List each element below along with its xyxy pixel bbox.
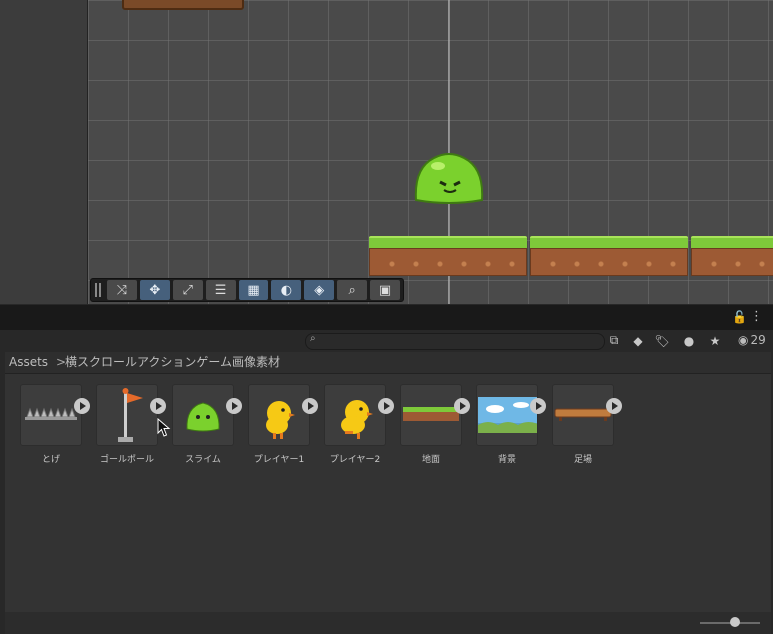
asset-label: プレイヤー1 [253, 455, 305, 465]
layers-icon[interactable]: ◈ [304, 280, 335, 300]
shading-icon[interactable]: ◐ [271, 280, 302, 300]
move-icon[interactable]: ✥ [139, 280, 170, 300]
eye-icon: ◉ [738, 333, 749, 347]
slime-sprite[interactable] [412, 148, 486, 204]
search-field[interactable]: ⌕ [305, 333, 605, 351]
search-icon: ⌕ [310, 333, 316, 344]
plank-sprite[interactable] [122, 0, 244, 10]
expand-subassets-icon[interactable] [302, 398, 318, 414]
asset-item-chick2[interactable]: プレイヤー2 [324, 384, 390, 465]
asset-label: とげ [41, 455, 60, 465]
breadcrumb: Assets > 横スクロールアクションゲーム画像素材 [5, 352, 771, 374]
expand-subassets-icon[interactable] [530, 398, 546, 414]
asset-label: プレイヤー2 [329, 455, 381, 465]
toolbar-grip[interactable] [95, 283, 101, 297]
expand-subassets-icon[interactable] [150, 398, 166, 414]
asset-thumbnail[interactable] [476, 384, 538, 446]
ground-tile[interactable] [369, 236, 536, 276]
scene-tools-overlay: ⤨ ✥ ⤢ ☰ ▦ ◐ ◈ ⌕ ▣ [90, 278, 404, 302]
scene-view[interactable] [88, 0, 773, 304]
breadcrumb-assets[interactable]: Assets [9, 352, 48, 372]
sliders-icon[interactable]: ☰ [205, 280, 236, 300]
asset-grid[interactable]: とげ ゴールポール スライム プレイヤー1 プレイヤー2 地面 背景 足場 [5, 374, 771, 612]
mouse-cursor-icon [157, 418, 171, 437]
lock-icon[interactable]: 🔓 [732, 310, 747, 324]
asset-item-flag[interactable]: ゴールポール [96, 384, 162, 465]
expand-subassets-icon[interactable] [454, 398, 470, 414]
asset-thumbnail[interactable] [96, 384, 158, 446]
warning-icon[interactable]: ● [678, 332, 700, 349]
scene-hierarchy-strip [0, 0, 88, 304]
search-by-type-icon[interactable]: ⧉ [603, 332, 625, 349]
asset-thumbnail[interactable] [400, 384, 462, 446]
scale-icon[interactable]: ⤢ [172, 280, 203, 300]
label-tag-icon[interactable]: 🏷 [651, 332, 673, 349]
zoom-icon[interactable]: ⌕ [337, 280, 368, 300]
ground-tile[interactable] [691, 236, 773, 276]
more-menu-icon[interactable]: ⋮ [750, 309, 763, 324]
asset-item-plank[interactable]: 足場 [552, 384, 618, 465]
thumbnail-size-knob[interactable] [730, 617, 740, 627]
asset-thumbnail[interactable] [20, 384, 82, 446]
asset-label: スライム [185, 455, 221, 465]
camera-icon[interactable]: ▣ [370, 280, 401, 300]
breadcrumb-folder[interactable]: 横スクロールアクションゲーム画像素材 [65, 352, 280, 372]
asset-thumbnail[interactable] [552, 384, 614, 446]
asset-thumbnail[interactable] [172, 384, 234, 446]
asset-item-ground[interactable]: 地面 [400, 384, 466, 465]
asset-label: 背景 [497, 455, 516, 465]
hidden-count: 29 [750, 333, 766, 347]
asset-item-chick[interactable]: プレイヤー1 [248, 384, 314, 465]
asset-thumbnail[interactable] [324, 384, 386, 446]
project-tab-bar: 🔓 ⋮ [0, 305, 773, 330]
project-search-row: ⌕ ⧉ ◆ 🏷 ● ★ ◉ 29 [0, 330, 773, 352]
hidden-packages-toggle[interactable]: ◉ 29 [736, 333, 766, 347]
asset-label: 足場 [573, 455, 592, 465]
expand-subassets-icon[interactable] [378, 398, 394, 414]
project-status-bar [5, 612, 771, 634]
expand-subassets-icon[interactable] [606, 398, 622, 414]
grid-snap-icon[interactable]: ▦ [238, 280, 269, 300]
ground-tile[interactable] [530, 236, 697, 276]
expand-subassets-icon[interactable] [226, 398, 242, 414]
search-input[interactable] [324, 334, 598, 351]
filter-type-icon[interactable]: ◆ [627, 332, 649, 349]
favorite-star-icon[interactable]: ★ [704, 332, 726, 349]
shuffle-icon[interactable]: ⤨ [107, 280, 137, 300]
asset-thumbnail[interactable] [248, 384, 310, 446]
asset-item-slime[interactable]: スライム [172, 384, 238, 465]
expand-subassets-icon[interactable] [74, 398, 90, 414]
asset-label: ゴールポール [99, 455, 154, 465]
asset-item-spikes[interactable]: とげ [20, 384, 86, 465]
asset-label: 地面 [421, 455, 440, 465]
asset-item-background[interactable]: 背景 [476, 384, 542, 465]
